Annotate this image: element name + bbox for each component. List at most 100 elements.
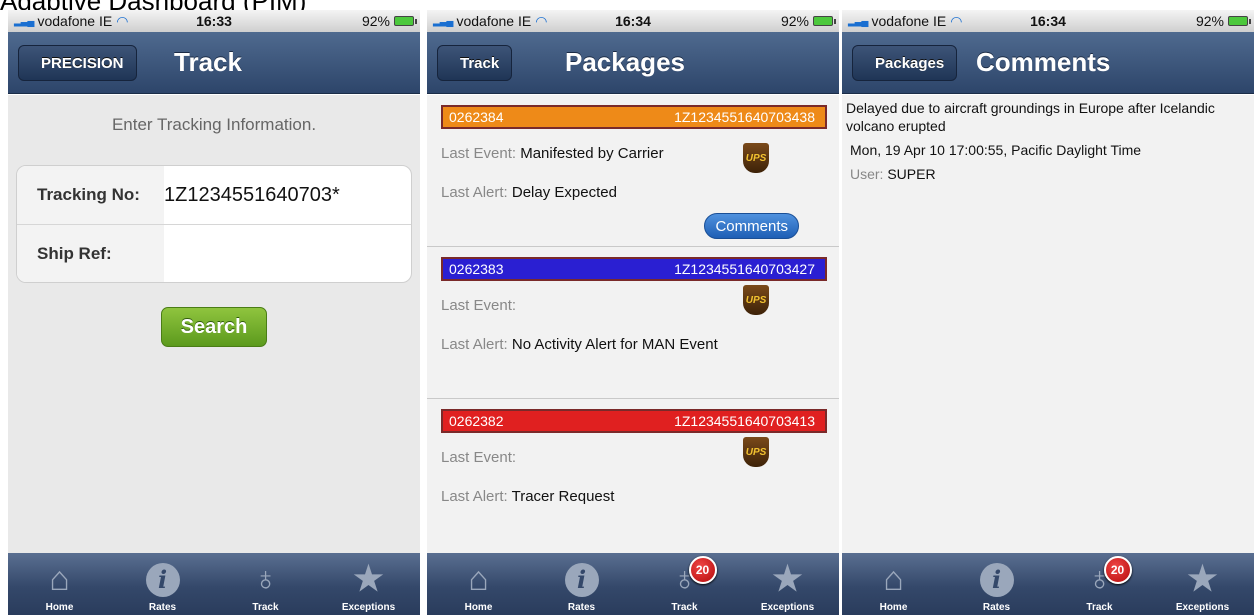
tracking-input[interactable]: 1Z1234551640703* xyxy=(164,166,411,224)
battery-icon xyxy=(1228,16,1251,26)
notification-badge: 20 xyxy=(688,556,717,584)
star-icon: ★ xyxy=(772,560,803,598)
alert-label: Last Alert: xyxy=(441,336,508,353)
info-icon: i xyxy=(979,563,1014,597)
back-button[interactable]: Track xyxy=(437,45,513,81)
tracking-number: 1Z1234551640703438 xyxy=(674,109,815,125)
house-icon: ⌂ xyxy=(49,560,70,598)
back-button[interactable]: Packages xyxy=(852,45,958,81)
tab-bar: ⌂ Home i Rates ♁ 20 Track ★ Exceptions xyxy=(427,553,839,615)
tab-label: Home xyxy=(879,602,908,613)
screen-track: ▂▃▄ vodafone IE ◠ 16:33 92% PRECISION Trac… xyxy=(8,10,420,615)
house-icon: ⌂ xyxy=(883,560,904,598)
tab-rates[interactable]: i Rates xyxy=(123,558,203,613)
battery-icon xyxy=(813,16,836,26)
tab-exceptions[interactable]: ★ Exceptions xyxy=(1163,558,1243,613)
tab-label: Track xyxy=(1086,602,1113,613)
package-id: 0262383 xyxy=(449,261,504,277)
page-title: Packages xyxy=(565,47,685,77)
wifi-icon: ◠ xyxy=(535,12,548,29)
star-icon: ★ xyxy=(353,560,384,598)
tab-track[interactable]: ♁ Track xyxy=(226,558,306,613)
tab-label: Track xyxy=(252,602,279,613)
tab-track[interactable]: ♁ 20 Track xyxy=(645,556,725,613)
alert-label: Last Alert: xyxy=(441,488,508,505)
signal-icon: ▂▃▄ xyxy=(14,15,34,27)
event-label: Last Event: xyxy=(441,145,517,162)
tab-home[interactable]: ⌂ Home xyxy=(854,558,934,613)
search-button[interactable]: Search xyxy=(161,307,267,347)
carrier-label: vodafone IE xyxy=(456,13,532,29)
status-bar: ▂▃▄ vodafone IE ◠ 16:34 92% xyxy=(842,10,1254,32)
package-header: 0262384 1Z1234551640703438 xyxy=(441,105,827,129)
page-caption: Adaptive Dashboard (PIM) xyxy=(0,0,307,16)
ups-logo: UPS xyxy=(743,143,769,173)
tab-label: Rates xyxy=(982,602,1011,613)
tab-rates[interactable]: i Rates xyxy=(957,558,1037,613)
tracking-label: Tracking No: xyxy=(17,166,164,224)
tab-bar: ⌂ Home i Rates ♁ 20 Track ★ Exceptions xyxy=(842,553,1254,615)
back-button-label: Track xyxy=(460,54,500,72)
clock: 16:34 xyxy=(615,13,651,29)
nav-bar: Track Packages xyxy=(427,32,839,94)
list-item[interactable]: 0262383 1Z1234551640703427 Last Event: UP… xyxy=(427,247,839,399)
form-prompt: Enter Tracking Information. xyxy=(111,115,317,134)
star-icon: ★ xyxy=(1187,560,1218,598)
tab-home[interactable]: ⌂ Home xyxy=(20,558,100,613)
battery-percent: 92% xyxy=(361,13,390,29)
user-value: SUPER xyxy=(887,166,936,182)
battery-percent: 92% xyxy=(1195,13,1224,29)
back-button-label: Packages xyxy=(875,54,945,72)
alert-label: Last Alert: xyxy=(441,184,508,201)
signal-icon: ▂▃▄ xyxy=(848,15,868,27)
battery-icon xyxy=(394,16,417,26)
package-id: 0262382 xyxy=(449,413,504,429)
signal-icon: ▂▃▄ xyxy=(433,15,453,27)
shipref-input[interactable] xyxy=(164,225,411,282)
list-item[interactable]: 0262384 1Z1234551640703438 Last Event: Ma… xyxy=(427,95,839,247)
comment-date: Mon, 19 Apr 10 17:00:55, Pacific Dayligh… xyxy=(850,142,1142,158)
tab-bar: ⌂ Home i Rates ♁ Track ★ Exceptions xyxy=(8,553,420,615)
screen-comments: ▂▃▄ vodafone IE ◠ 16:34 92% Packages Comme… xyxy=(842,10,1254,615)
package-header: 0262383 1Z1234551640703427 xyxy=(441,257,827,281)
status-bar: ▂▃▄ vodafone IE ◠ 16:34 92% xyxy=(427,10,839,32)
ups-logo: UPS xyxy=(743,285,769,315)
user-label: User: xyxy=(850,166,884,182)
tab-label: Rates xyxy=(148,602,177,613)
shipref-label: Ship Ref: xyxy=(17,225,164,282)
clock: 16:33 xyxy=(196,13,232,29)
ups-logo: UPS xyxy=(743,437,769,467)
package-id: 0262384 xyxy=(449,109,504,125)
battery-percent: 92% xyxy=(780,13,809,29)
notification-badge: 20 xyxy=(1103,556,1132,584)
event-label: Last Event: xyxy=(441,297,517,314)
nav-bar: Packages Comments xyxy=(842,32,1254,94)
tab-rates[interactable]: i Rates xyxy=(542,558,622,613)
tab-label: Track xyxy=(671,602,698,613)
joystick-icon: ♁ xyxy=(252,560,279,598)
tab-label: Home xyxy=(464,602,493,613)
list-item[interactable]: 0262382 1Z1234551640703413 Last Event: UP… xyxy=(427,399,839,551)
wifi-icon: ◠ xyxy=(950,12,963,29)
alert-value: Delay Expected xyxy=(511,184,617,201)
tab-label: Exceptions xyxy=(341,602,396,613)
wifi-icon: ◠ xyxy=(116,12,129,29)
tab-home[interactable]: ⌂ Home xyxy=(439,558,519,613)
page-title: Track xyxy=(174,47,242,77)
tab-track[interactable]: ♁ 20 Track xyxy=(1060,556,1140,613)
nav-bar: PRECISION Track xyxy=(8,32,420,94)
clock: 16:34 xyxy=(1030,13,1066,29)
tracking-form: Tracking No: 1Z1234551640703* Ship Ref: xyxy=(16,165,412,283)
comments-button[interactable]: Comments xyxy=(704,213,799,239)
tab-label: Exceptions xyxy=(760,602,815,613)
tab-exceptions[interactable]: ★ Exceptions xyxy=(748,558,828,613)
tracking-number: 1Z1234551640703427 xyxy=(674,261,815,277)
status-bar: ▂▃▄ vodafone IE ◠ 16:33 92% xyxy=(8,10,420,32)
carrier-label: vodafone IE xyxy=(871,13,947,29)
page-title: Comments xyxy=(976,47,1111,77)
tab-exceptions[interactable]: ★ Exceptions xyxy=(329,558,409,613)
back-button-label: PRECISION xyxy=(41,54,124,72)
carrier-label: vodafone IE xyxy=(37,13,113,29)
back-button[interactable]: PRECISION xyxy=(18,45,137,81)
tab-label: Rates xyxy=(567,602,596,613)
